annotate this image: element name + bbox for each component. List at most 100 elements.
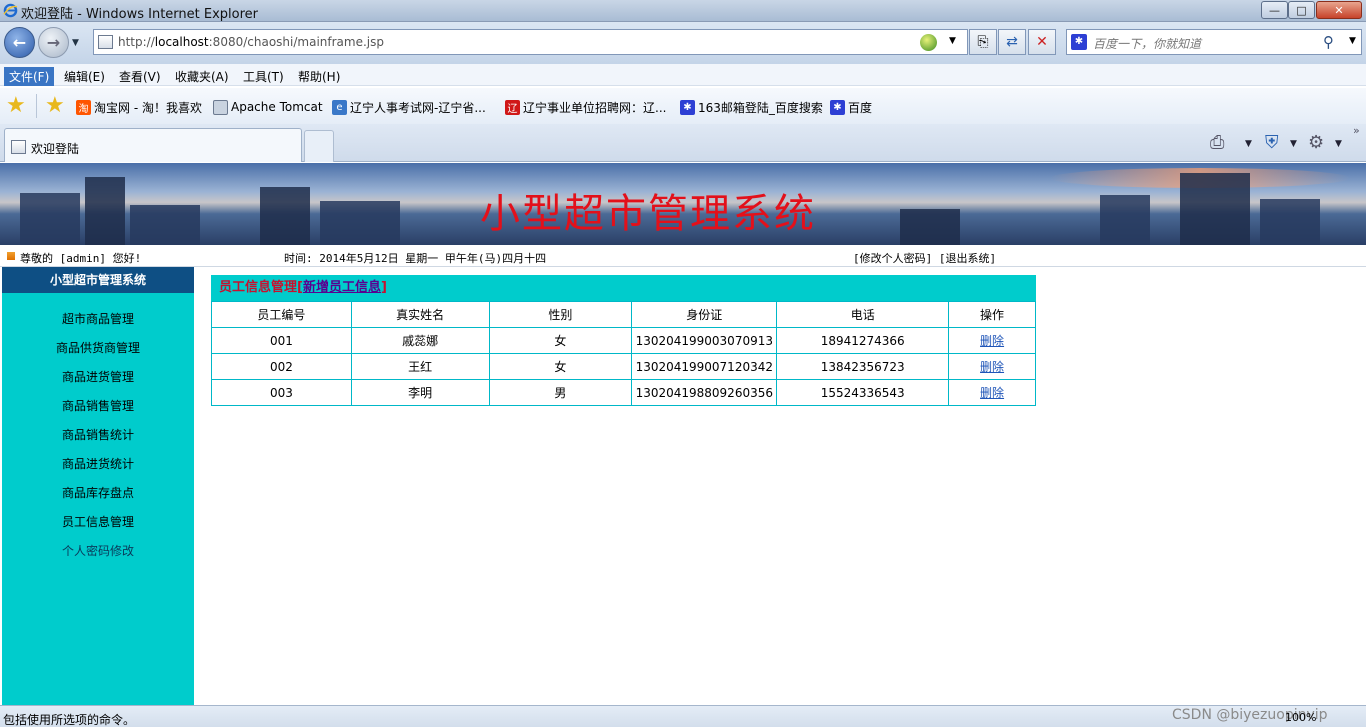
sidebar-item-purchase[interactable]: 商品进货管理 [2, 368, 194, 385]
zoom-level[interactable]: 100% [1285, 711, 1316, 724]
tools-dropdown-icon[interactable]: ▼ [1335, 139, 1342, 149]
banner-building [1260, 199, 1320, 245]
user-links[interactable]: [修改个人密码] [退出系统] [853, 250, 996, 266]
favorite-baidu[interactable]: ✱ 百度 [830, 98, 872, 116]
banner-building [1180, 173, 1250, 245]
sidebar-item-suppliers[interactable]: 商品供货商管理 [2, 339, 194, 356]
search-icon[interactable]: ⚲ [1323, 33, 1334, 51]
delete-link[interactable]: 删除 [980, 386, 1004, 400]
menu-favorites[interactable]: 收藏夹(A) [170, 67, 234, 86]
sidebar-item-purchase-stats[interactable]: 商品进货统计 [2, 455, 194, 472]
compatibility-view-icon[interactable] [920, 34, 937, 51]
sidebar-item-password[interactable]: 个人密码修改 [2, 542, 194, 559]
maximize-icon: □ [1296, 3, 1307, 17]
banner-building [130, 205, 200, 245]
cell-gender: 男 [488, 379, 633, 406]
sidebar-item-inventory[interactable]: 商品库存盘点 [2, 484, 194, 501]
safety-shield-icon[interactable]: ⛨ [1265, 132, 1279, 153]
back-arrow-icon: ← [12, 33, 27, 52]
baidu-paw-icon: ✱ [680, 99, 695, 115]
cell-gender: 女 [488, 327, 633, 354]
search-box[interactable]: ✱ 百度一下，你就知道 ⚲ ▼ [1066, 29, 1362, 55]
column-header: 真实姓名 [350, 301, 490, 328]
date-time-text: 时间: 2014年5月12日 星期一 甲午年(马)四月十四 [284, 252, 547, 265]
delete-link[interactable]: 删除 [980, 334, 1004, 348]
address-url[interactable]: http://localhost:8080/chaoshi/mainframe.… [118, 35, 384, 49]
close-window-button[interactable]: ✕ [1316, 1, 1362, 19]
employee-table: 员工编号 真实姓名 性别 身份证 电话 操作 001 戚蕊娜 女 1302041… [211, 301, 1036, 406]
maximize-button[interactable]: □ [1288, 1, 1315, 19]
menu-view[interactable]: 查看(V) [114, 67, 166, 86]
new-tab-button[interactable] [304, 130, 334, 162]
more-commands-icon[interactable]: » [1353, 124, 1360, 137]
forward-button[interactable]: → [38, 27, 69, 58]
sidebar-item-goods[interactable]: 超市商品管理 [2, 310, 194, 327]
print-icon[interactable]: ⎙ [1210, 132, 1224, 153]
column-header: 操作 [948, 301, 1036, 328]
search-dropdown-icon[interactable]: ▼ [1349, 36, 1356, 46]
cell-phone: 18941274366 [776, 327, 950, 354]
rss-button[interactable]: ⎘ [969, 29, 997, 55]
delete-link[interactable]: 删除 [980, 360, 1004, 374]
add-to-favorites-icon[interactable]: ★ [45, 95, 65, 117]
tab-welcome[interactable]: 欢迎登陆 [4, 128, 302, 162]
column-header: 电话 [776, 301, 950, 328]
ie-page-icon: e [332, 99, 347, 115]
banner-building [260, 187, 310, 245]
web-page: 小型超市管理系统 尊敬的 [admin] 您好! 时间: 2014年5月12日 … [0, 163, 1366, 705]
employee-panel: 员工信息管理[新增员工信息] 员工编号 真实姓名 性别 身份证 电话 操作 00… [211, 275, 1036, 406]
favorite-taobao[interactable]: 淘淘宝网 - 淘！我喜欢 [76, 98, 202, 116]
sidebar-title: 小型超市管理系统 [2, 267, 194, 293]
menu-edit[interactable]: 编辑(E) [59, 67, 110, 86]
favorite-lnsydw[interactable]: 辽辽宁事业单位招聘网：辽... [505, 98, 666, 116]
close-icon: ✕ [1334, 3, 1344, 17]
bullet-icon [7, 252, 15, 260]
banner-building [85, 177, 125, 245]
cell-id: 002 [211, 353, 352, 380]
refresh-icon: ⇄ [1006, 34, 1018, 50]
status-bar: 包括使用所选项的命令。 CSDN @biyezuopinvip 100% [0, 705, 1366, 727]
navigation-bar: ← → ▼ http://localhost:8080/chaoshi/main… [0, 22, 1366, 64]
window-title: 欢迎登陆 - Windows Internet Explorer [21, 7, 258, 22]
refresh-button[interactable]: ⇄ [998, 29, 1026, 55]
tools-gear-icon[interactable]: ⚙ [1308, 132, 1324, 153]
cell-name: 李明 [350, 379, 490, 406]
favorites-divider [36, 94, 37, 118]
banner-building [320, 201, 400, 245]
menu-help[interactable]: 帮助(H) [293, 67, 345, 86]
favorite-lnrsks[interactable]: e 辽宁人事考试网-辽宁省... [332, 98, 486, 116]
cell-id-card: 130204199003070913 [631, 327, 778, 354]
window-titlebar: 欢迎登陆 - Windows Internet Explorer — □ ✕ [0, 0, 1366, 22]
tab-strip: 欢迎登陆 ⎙ ▼ ⛨ ▼ ⚙ ▼ » [0, 124, 1366, 162]
safety-dropdown-icon[interactable]: ▼ [1290, 139, 1297, 149]
add-employee-link[interactable]: 新增员工信息 [303, 280, 381, 295]
stop-button[interactable]: ✕ [1028, 29, 1056, 55]
address-dropdown-icon[interactable]: ▼ [949, 36, 956, 46]
page-icon [213, 99, 228, 115]
cell-id: 001 [211, 327, 352, 354]
favorite-tomcat[interactable]: Apache Tomcat [213, 98, 323, 116]
minimize-button[interactable]: — [1261, 1, 1288, 19]
sidebar-item-employees[interactable]: 员工信息管理 [2, 513, 194, 530]
menu-file[interactable]: 文件(F) [4, 67, 55, 86]
cell-id-card: 130204198809260356 [631, 379, 778, 406]
panel-header: 员工信息管理[新增员工信息] [211, 275, 1036, 301]
banner-building [20, 193, 80, 245]
print-dropdown-icon[interactable]: ▼ [1245, 139, 1252, 149]
page-icon [11, 140, 26, 154]
stop-icon: ✕ [1036, 34, 1048, 50]
sidebar-item-sales[interactable]: 商品销售管理 [2, 397, 194, 414]
menu-tools[interactable]: 工具(T) [238, 67, 289, 86]
recent-pages-dropdown-icon[interactable]: ▼ [72, 38, 79, 48]
table-row: 002 王红 女 130204199007120342 13842356723 … [211, 353, 1036, 380]
address-bar[interactable]: http://localhost:8080/chaoshi/mainframe.… [93, 29, 968, 55]
cell-id-card: 130204199007120342 [631, 353, 778, 380]
back-button[interactable]: ← [4, 27, 35, 58]
baidu-paw-icon: ✱ [1071, 34, 1087, 50]
forward-arrow-icon: → [46, 33, 61, 52]
search-input[interactable]: 百度一下，你就知道 [1093, 35, 1201, 52]
sidebar-item-sales-stats[interactable]: 商品销售统计 [2, 426, 194, 443]
favorite-163[interactable]: ✱ 163邮箱登陆_百度搜索 [680, 98, 823, 116]
cell-gender: 女 [488, 353, 633, 380]
favorites-star-icon[interactable]: ★ [6, 95, 26, 117]
